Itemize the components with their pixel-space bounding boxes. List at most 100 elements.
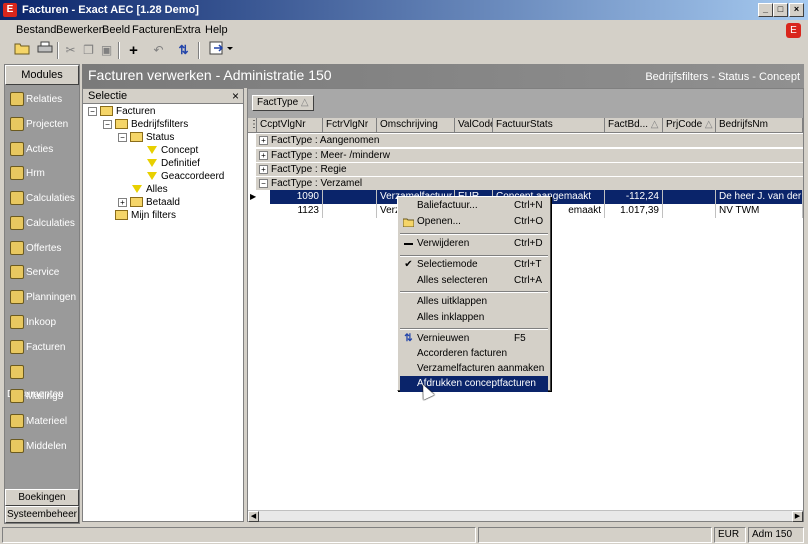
- menu-item-baliefactuur[interactable]: Baliefactuur... Ctrl+N: [400, 198, 548, 214]
- module-calculaties[interactable]: Calculaties: [7, 188, 79, 210]
- tree-node-status[interactable]: − Status: [118, 132, 174, 143]
- expand-icon[interactable]: +: [259, 164, 268, 174]
- status-currency: EUR: [714, 527, 746, 543]
- menu-item-label: Alles inklappen: [417, 312, 485, 323]
- menu-item-vernieuwen[interactable]: ⇅ Vernieuwen F5: [400, 331, 548, 347]
- group-row-meerminderwerk[interactable]: + FactType : Meer- /minderw: [256, 149, 803, 163]
- menu-item-alles-uitklappen[interactable]: Alles uitklappen: [400, 294, 548, 310]
- collapse-icon[interactable]: −: [103, 119, 112, 129]
- module-projecten[interactable]: Projecten: [7, 114, 79, 136]
- column-factuurstats[interactable]: FactuurStats: [493, 118, 605, 133]
- tree-node-geaccordeerd[interactable]: Geaccordeerd: [147, 171, 224, 182]
- filter-icon: [147, 159, 157, 168]
- refresh-icon[interactable]: ⇅: [174, 41, 193, 60]
- module-acties[interactable]: Acties: [7, 139, 79, 161]
- copy-icon[interactable]: ❐: [79, 41, 98, 60]
- undo-icon[interactable]: ↶: [149, 41, 168, 60]
- column-valcode[interactable]: ValCode: [455, 118, 493, 133]
- open-folder-icon[interactable]: [12, 41, 31, 60]
- scroll-left-icon[interactable]: ◀: [248, 511, 259, 522]
- column-factbd[interactable]: FactBd... △: [605, 118, 663, 133]
- module-planningen[interactable]: Planningen: [7, 287, 79, 309]
- group-row-verzamel[interactable]: − FactType : Verzamel: [256, 177, 803, 191]
- tree-node-alles[interactable]: Alles: [132, 184, 168, 195]
- maximize-button[interactable]: □: [773, 3, 788, 17]
- menu-item-alles-selecteren[interactable]: Alles selecteren Ctrl+A: [400, 273, 548, 289]
- module-service[interactable]: Service: [7, 262, 79, 284]
- column-ccptvlgnr[interactable]: CcptVlgNr: [257, 118, 323, 133]
- relaties-icon: [10, 92, 24, 107]
- menu-item-label: Alles selecteren: [417, 275, 488, 286]
- column-bedrijfsnm[interactable]: BedrijfsNm: [716, 118, 803, 133]
- menu-item-verzamelfacturen-aanmaken[interactable]: Verzamelfacturen aanmaken: [400, 361, 548, 377]
- tree-node-concept[interactable]: Concept: [147, 145, 198, 156]
- menu-help[interactable]: Help: [205, 24, 228, 36]
- menu-item-label: Verwijderen: [417, 238, 470, 249]
- expand-icon[interactable]: +: [259, 150, 268, 160]
- tree-node-betaald[interactable]: + Betaald: [118, 197, 180, 208]
- close-window-button[interactable]: ×: [789, 3, 804, 17]
- group-label: FactType : Meer- /minderw: [271, 150, 390, 161]
- filter-folder-icon: [130, 132, 143, 143]
- menu-separator: [400, 291, 548, 293]
- module-hrm[interactable]: Hrm: [7, 163, 79, 185]
- collapse-icon[interactable]: −: [259, 178, 268, 188]
- module-middelen[interactable]: Middelen: [7, 436, 79, 458]
- boekingen-button[interactable]: Boekingen: [5, 489, 79, 506]
- systeembeheer-button[interactable]: Systeembeheer: [5, 506, 79, 523]
- menu-item-alles-inklappen[interactable]: Alles inklappen: [400, 310, 548, 326]
- horizontal-scrollbar[interactable]: ◀ ▶: [248, 510, 803, 522]
- module-materieel[interactable]: Materieel: [7, 411, 79, 433]
- menu-bewerken[interactable]: Bewerken: [56, 24, 105, 36]
- minimize-button[interactable]: _: [758, 3, 773, 17]
- module-inkoop[interactable]: Inkoop: [7, 312, 79, 334]
- module-mailings[interactable]: Mailings: [7, 386, 79, 408]
- module-calculaties-2[interactable]: Calculaties: [7, 213, 79, 235]
- module-offertes[interactable]: Offertes: [7, 238, 79, 260]
- tree-node-mijn-filters[interactable]: Mijn filters: [115, 210, 176, 221]
- acties-icon: [10, 142, 24, 157]
- inkoop-icon: [10, 315, 24, 330]
- column-fctrvlgnr[interactable]: FctrVlgNr: [323, 118, 377, 133]
- group-row-aangenomen[interactable]: + FactType : Aangenomen: [256, 134, 803, 148]
- module-facturen[interactable]: Facturen: [7, 337, 79, 359]
- scroll-right-icon[interactable]: ▶: [792, 511, 803, 522]
- menu-item-accorderen-facturen[interactable]: Accorderen facturen: [400, 346, 548, 362]
- refresh-icon: ⇅: [404, 333, 413, 344]
- collapse-icon[interactable]: −: [88, 106, 97, 116]
- tree-node-bedrijfsfilters[interactable]: − Bedrijfsfilters: [103, 119, 188, 130]
- page-title: Facturen verwerken - Administratie 150: [88, 67, 332, 83]
- print-icon[interactable]: [35, 41, 54, 60]
- column-omschrijving[interactable]: Omschrijving: [377, 118, 455, 133]
- column-prjcode[interactable]: PrjCode △: [663, 118, 716, 133]
- group-chip-facttype[interactable]: FactType △: [252, 95, 314, 111]
- cell-fctrvlgnr: [323, 204, 377, 218]
- menu-item-selectiemode[interactable]: ✔ Selectiemode Ctrl+T: [400, 257, 548, 273]
- menu-item-openen[interactable]: Openen... Ctrl+O: [400, 214, 548, 230]
- collapse-icon[interactable]: −: [118, 132, 127, 142]
- group-row-regie[interactable]: + FactType : Regie: [256, 163, 803, 177]
- close-icon[interactable]: ×: [232, 89, 239, 103]
- menu-bestand[interactable]: Bestand: [16, 24, 56, 36]
- tree-node-definitief[interactable]: Definitief: [147, 158, 200, 169]
- expand-icon[interactable]: +: [118, 197, 127, 207]
- tree-node-facturen[interactable]: − Facturen: [88, 106, 155, 117]
- expand-icon[interactable]: +: [259, 135, 268, 145]
- filter-icon: [147, 172, 157, 181]
- cut-icon[interactable]: ✂: [61, 41, 80, 60]
- module-documenten[interactable]: Documenten: [7, 362, 79, 400]
- module-relaties[interactable]: Relaties: [7, 89, 79, 111]
- app-logo-icon: E: [3, 3, 17, 17]
- export-icon[interactable]: [206, 41, 236, 60]
- tree-label: Betaald: [146, 197, 180, 208]
- planningen-icon: [10, 290, 24, 305]
- module-label: Offertes: [26, 243, 62, 254]
- menu-facturen[interactable]: Facturen: [132, 24, 175, 36]
- paste-icon[interactable]: ▣: [97, 41, 116, 60]
- module-label: Inkoop: [26, 317, 57, 328]
- menu-beeld[interactable]: Beeld: [102, 24, 130, 36]
- menu-item-verwijderen[interactable]: Verwijderen Ctrl+D: [400, 236, 548, 252]
- add-icon[interactable]: +: [124, 41, 143, 60]
- row-selector-header[interactable]: ⋮: [248, 118, 257, 133]
- menu-extra[interactable]: Extra: [175, 24, 201, 36]
